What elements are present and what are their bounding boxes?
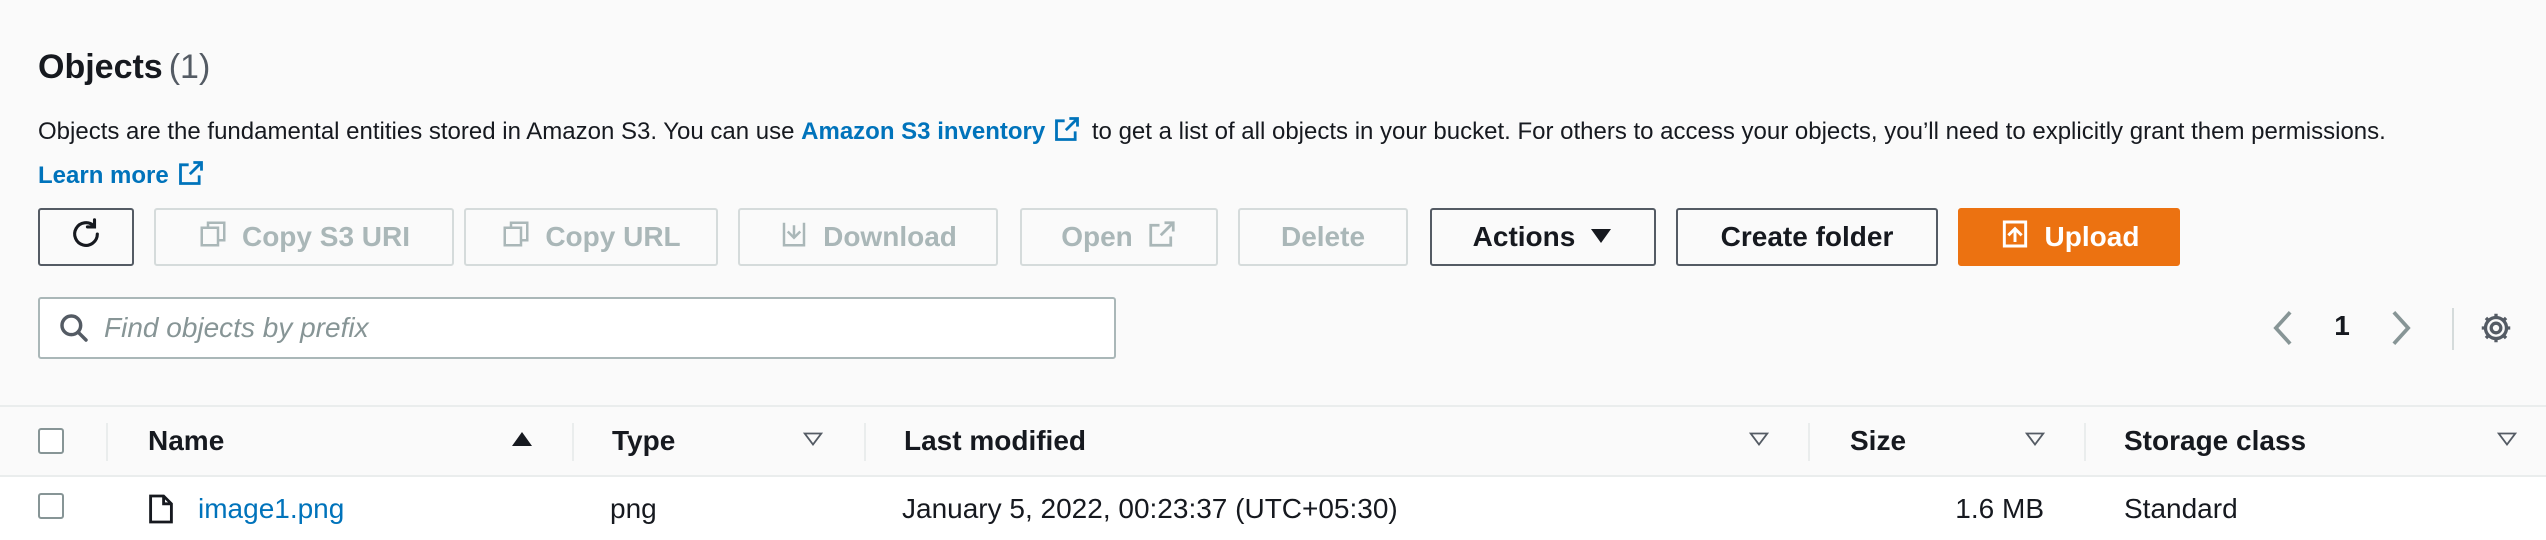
select-all-checkbox[interactable] bbox=[38, 428, 64, 454]
objects-description: Objects are the fundamental entities sto… bbox=[38, 112, 2518, 200]
sort-icon[interactable] bbox=[2496, 429, 2518, 454]
delete-label: Delete bbox=[1280, 221, 1366, 252]
column-header-type[interactable]: Type bbox=[612, 407, 675, 475]
external-link-icon bbox=[1053, 115, 1081, 156]
object-storage-class: Standard bbox=[2124, 492, 2238, 524]
object-name-link[interactable]: image1.png bbox=[198, 477, 344, 540]
sort-ascending-icon[interactable] bbox=[510, 429, 534, 454]
column-divider bbox=[106, 423, 108, 461]
object-type: png bbox=[610, 492, 657, 524]
search-box bbox=[38, 297, 1116, 359]
sort-icon[interactable] bbox=[1748, 429, 1770, 454]
file-icon bbox=[148, 477, 174, 540]
column-divider bbox=[864, 423, 866, 461]
chevron-right-icon bbox=[2386, 308, 2416, 353]
objects-title: Objects bbox=[38, 48, 163, 86]
row-checkbox[interactable] bbox=[38, 493, 64, 519]
download-label: Download bbox=[823, 221, 957, 252]
column-header-last-modified[interactable]: Last modified bbox=[904, 407, 1086, 475]
sort-icon[interactable] bbox=[802, 429, 824, 454]
caret-down-icon bbox=[1589, 221, 1613, 253]
current-page-number[interactable]: 1 bbox=[2328, 310, 2356, 342]
learn-more-link[interactable]: Learn more bbox=[38, 162, 169, 189]
upload-button[interactable]: Upload bbox=[1958, 208, 2180, 266]
open-button[interactable]: Open bbox=[1020, 208, 1218, 266]
column-divider bbox=[2084, 423, 2086, 461]
column-header-storage-class[interactable]: Storage class bbox=[2124, 407, 2306, 475]
description-text-after: to get a list of all objects in your buc… bbox=[1085, 118, 2386, 145]
copy-url-label: Copy URL bbox=[545, 221, 681, 252]
copy-icon bbox=[198, 219, 228, 256]
object-size: 1.6 MB bbox=[1955, 492, 2044, 524]
open-label: Open bbox=[1061, 221, 1133, 252]
pager-divider bbox=[2452, 308, 2454, 350]
chevron-left-icon bbox=[2268, 308, 2298, 353]
gear-icon bbox=[2478, 310, 2514, 351]
copy-s3-uri-label: Copy S3 URI bbox=[241, 221, 411, 252]
search-icon bbox=[58, 312, 90, 344]
previous-page-button[interactable] bbox=[2268, 300, 2298, 360]
upload-label: Upload bbox=[2044, 221, 2140, 252]
column-header-name[interactable]: Name bbox=[148, 407, 224, 475]
preferences-button[interactable] bbox=[2478, 300, 2514, 360]
upload-icon bbox=[1999, 218, 2031, 257]
objects-count: (1) bbox=[168, 48, 211, 86]
create-folder-button[interactable]: Create folder bbox=[1676, 208, 1938, 266]
column-divider bbox=[572, 423, 574, 461]
delete-button[interactable]: Delete bbox=[1238, 208, 1408, 266]
object-last-modified: January 5, 2022, 00:23:37 (UTC+05:30) bbox=[902, 492, 1398, 524]
description-text-before: Objects are the fundamental entities sto… bbox=[38, 118, 802, 145]
table-header: Name Type Last modified Size Storage cla… bbox=[0, 405, 2546, 477]
table-row: image1.png png January 5, 2022, 00:23:37… bbox=[0, 477, 2546, 540]
actions-dropdown[interactable]: Actions bbox=[1430, 208, 1656, 266]
s3-inventory-link[interactable]: Amazon S3 inventory bbox=[801, 118, 1045, 145]
create-folder-label: Create folder bbox=[1720, 221, 1894, 252]
copy-s3-uri-button[interactable]: Copy S3 URI bbox=[154, 208, 454, 266]
search-input[interactable] bbox=[102, 311, 1114, 345]
next-page-button[interactable] bbox=[2386, 300, 2416, 360]
column-header-size[interactable]: Size bbox=[1850, 407, 1906, 475]
refresh-icon bbox=[69, 217, 103, 258]
actions-label: Actions bbox=[1472, 221, 1576, 252]
copy-icon bbox=[501, 219, 531, 256]
refresh-button[interactable] bbox=[38, 208, 134, 266]
copy-url-button[interactable]: Copy URL bbox=[464, 208, 718, 266]
external-link-icon bbox=[177, 159, 205, 200]
download-icon bbox=[779, 219, 809, 256]
page-title: Objects (1) bbox=[38, 48, 210, 87]
sort-icon[interactable] bbox=[2024, 429, 2046, 454]
external-link-icon bbox=[1147, 219, 1177, 256]
column-divider bbox=[1808, 423, 1810, 461]
download-button[interactable]: Download bbox=[738, 208, 998, 266]
